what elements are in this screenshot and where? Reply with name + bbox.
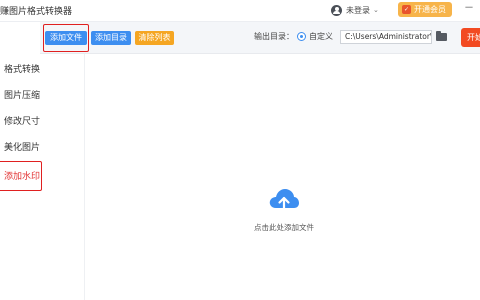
login-status: 未登录	[346, 5, 370, 15]
add-file-highlight-box	[43, 24, 89, 52]
sidebar-item-label: 图片压缩	[3, 91, 40, 101]
sidebar-item-label: 格式转换	[3, 65, 40, 75]
start-button[interactable]: 开始	[461, 28, 480, 47]
sidebar-item-label: 修改尺寸	[3, 117, 40, 127]
vip-icon: ✓	[402, 5, 411, 14]
watermark-highlight-box	[0, 161, 42, 191]
sidebar-item-compress[interactable]: 图片压缩	[0, 86, 40, 106]
file-drop-area[interactable]	[84, 54, 480, 300]
folder-icon[interactable]	[436, 31, 447, 41]
app-title: 赚图片格式转换器	[0, 7, 73, 17]
custom-label: 自定义	[309, 32, 333, 41]
sidebar-item-label: 美化图片	[3, 143, 40, 153]
add-directory-button[interactable]: 添加目录	[91, 31, 131, 45]
user-icon	[331, 4, 342, 16]
vip-label: 开通会员	[414, 5, 446, 14]
drop-hint-text[interactable]: 点击此处添加文件	[254, 222, 314, 233]
clear-list-button[interactable]: 清除列表	[135, 31, 174, 45]
output-dir-label: 输出目录：	[254, 32, 294, 41]
output-path-field[interactable]: C:\Users\Administrator\	[340, 30, 432, 44]
vip-button[interactable]: ✓ 开通会员	[398, 2, 452, 17]
custom-radio[interactable]	[297, 32, 306, 41]
minimize-button[interactable]: －	[462, 2, 476, 16]
sidebar-item-resize[interactable]: 修改尺寸	[0, 112, 40, 132]
chevron-down-icon: ⌄	[373, 6, 379, 14]
title-bar: 赚图片格式转换器 未登录 ⌄ ✓ 开通会员 －	[0, 0, 480, 22]
user-menu[interactable]: 未登录 ⌄	[331, 3, 379, 17]
cloud-upload-icon[interactable]	[268, 186, 300, 214]
sidebar-item-beautify[interactable]: 美化图片	[0, 138, 40, 158]
sidebar-item-format-convert[interactable]: 格式转换	[0, 60, 40, 80]
